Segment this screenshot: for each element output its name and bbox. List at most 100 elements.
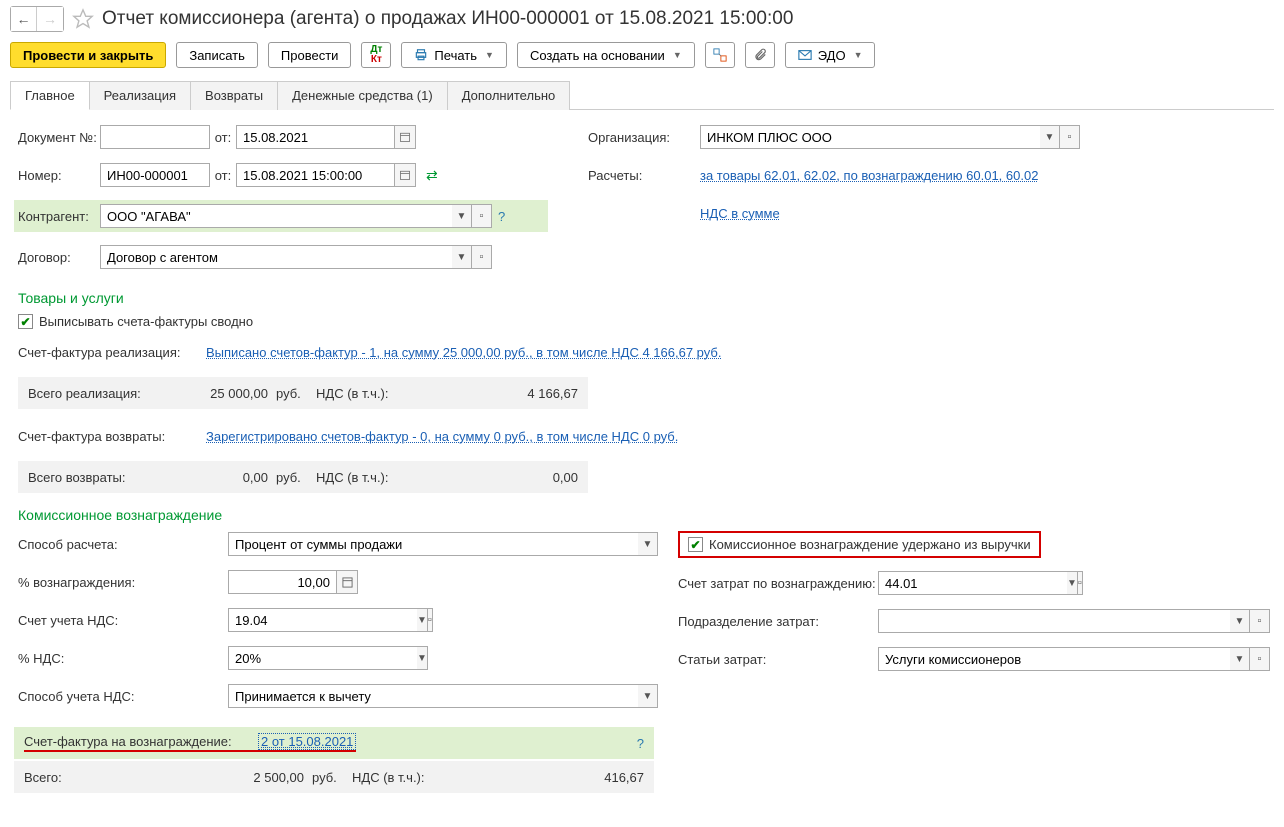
- goods-section-title: Товары и услуги: [18, 290, 1270, 306]
- edo-icon: [798, 49, 812, 61]
- open-button[interactable]: ▫: [472, 204, 492, 228]
- tab-main[interactable]: Главное: [10, 81, 90, 110]
- open-button[interactable]: ▫: [1060, 125, 1080, 149]
- dtkt-button[interactable]: ДтКт: [361, 42, 391, 68]
- commission-sf-link[interactable]: 2 от 15.08.2021: [258, 733, 356, 750]
- dropdown-button[interactable]: ▼: [638, 684, 658, 708]
- favorite-star-icon[interactable]: [72, 8, 94, 30]
- number-label: Номер:: [18, 168, 100, 183]
- dropdown-button[interactable]: ▼: [1067, 571, 1078, 595]
- open-button[interactable]: ▫: [1078, 571, 1083, 595]
- commission-withheld-highlight: ✔ Комиссионное вознаграждение удержано и…: [678, 531, 1041, 558]
- realization-total: 25 000,00: [168, 386, 268, 401]
- edo-button[interactable]: ЭДО▼: [785, 42, 876, 68]
- calendar-icon[interactable]: [394, 125, 416, 149]
- cost-dept-input[interactable]: [878, 609, 1230, 633]
- contract-label: Договор:: [18, 250, 100, 265]
- related-icon: [713, 48, 727, 62]
- cost-item-input[interactable]: [878, 647, 1230, 671]
- tab-returns[interactable]: Возвраты: [190, 81, 278, 110]
- post-and-close-button[interactable]: Провести и закрыть: [10, 42, 166, 68]
- calc-method-label: Способ расчета:: [18, 537, 228, 552]
- realization-nds: 4 166,67: [416, 386, 578, 401]
- dropdown-button[interactable]: ▼: [417, 646, 428, 670]
- calc-method-select[interactable]: [228, 532, 638, 556]
- chevron-down-icon: ▼: [673, 50, 682, 60]
- bulk-invoices-checkbox[interactable]: ✔: [18, 314, 33, 329]
- counterparty-label: Контрагент:: [18, 209, 100, 224]
- number-input[interactable]: [100, 163, 210, 187]
- contract-input[interactable]: [100, 245, 452, 269]
- vat-pct-select[interactable]: [228, 646, 417, 670]
- commission-pct-input[interactable]: [228, 570, 336, 594]
- vat-mode-label: Способ учета НДС:: [18, 689, 228, 704]
- doc-date-input[interactable]: [236, 125, 394, 149]
- create-based-on-button[interactable]: Создать на основании▼: [517, 42, 695, 68]
- open-button[interactable]: ▫: [1250, 609, 1270, 633]
- open-button[interactable]: ▫: [428, 608, 433, 632]
- open-button[interactable]: ▫: [1250, 647, 1270, 671]
- post-button[interactable]: Провести: [268, 42, 352, 68]
- cost-account-input[interactable]: [878, 571, 1067, 595]
- vat-pct-label: % НДС:: [18, 651, 228, 666]
- realization-summary-bar: Всего реализация: 25 000,00 руб. НДС (в …: [18, 377, 588, 409]
- tab-realization[interactable]: Реализация: [89, 81, 191, 110]
- dropdown-button[interactable]: ▼: [1230, 609, 1250, 633]
- sf-returns-label: Счет-фактура возвраты:: [18, 429, 198, 444]
- sf-realization-label: Счет-фактура реализация:: [18, 345, 198, 360]
- from-label-2: от:: [210, 168, 236, 183]
- organization-label: Организация:: [588, 130, 700, 145]
- sf-realization-link[interactable]: Выписано счетов-фактур - 1, на сумму 25 …: [206, 345, 721, 360]
- commission-withheld-checkbox[interactable]: ✔: [688, 537, 703, 552]
- nav-back-button[interactable]: ←: [11, 7, 37, 31]
- related-docs-button[interactable]: [705, 42, 735, 68]
- calculator-icon[interactable]: [336, 570, 358, 594]
- printer-icon: [414, 48, 428, 62]
- help-icon[interactable]: ?: [498, 209, 505, 224]
- page-title: Отчет комиссионера (агента) о продажах И…: [102, 8, 793, 30]
- commission-sf-label: Счет-фактура на вознаграждение:: [24, 734, 258, 752]
- dropdown-button[interactable]: ▼: [452, 245, 472, 269]
- cost-account-label: Счет затрат по вознаграждению:: [678, 576, 878, 591]
- commission-total: 2 500,00: [164, 770, 304, 785]
- commission-pct-label: % вознаграждения:: [18, 575, 228, 590]
- settlement-arrow-icon[interactable]: ⇄: [426, 167, 438, 184]
- settlements-link[interactable]: за товары 62.01, 62.02, по вознаграждени…: [700, 168, 1038, 183]
- calendar-icon[interactable]: [394, 163, 416, 187]
- chevron-down-icon: ▼: [854, 50, 863, 60]
- cost-dept-label: Подразделение затрат:: [678, 614, 878, 629]
- commission-total-bar: Всего: 2 500,00 руб. НДС (в т.ч.): 416,6…: [14, 761, 654, 793]
- help-icon[interactable]: ?: [637, 736, 644, 751]
- dropdown-button[interactable]: ▼: [1230, 647, 1250, 671]
- commission-withheld-label: Комиссионное вознаграждение удержано из …: [709, 537, 1031, 552]
- number-date-input[interactable]: [236, 163, 394, 187]
- dropdown-button[interactable]: ▼: [638, 532, 658, 556]
- commission-invoice-bar: Счет-фактура на вознаграждение: 2 от 15.…: [14, 727, 654, 759]
- nds-mode-link[interactable]: НДС в сумме: [700, 206, 780, 221]
- dropdown-button[interactable]: ▼: [1040, 125, 1060, 149]
- doc-number-input[interactable]: [100, 125, 210, 149]
- vat-mode-select[interactable]: [228, 684, 638, 708]
- doc-number-label: Документ №:: [18, 130, 100, 145]
- organization-input[interactable]: [700, 125, 1040, 149]
- cost-item-label: Статьи затрат:: [678, 652, 878, 667]
- returns-nds: 0,00: [416, 470, 578, 485]
- open-button[interactable]: ▫: [472, 245, 492, 269]
- tab-extra[interactable]: Дополнительно: [447, 81, 571, 110]
- attachments-button[interactable]: [745, 42, 775, 68]
- sf-returns-link[interactable]: Зарегистрировано счетов-фактур - 0, на с…: [206, 429, 678, 444]
- save-button[interactable]: Записать: [176, 42, 258, 68]
- nav-forward-button: →: [37, 7, 63, 31]
- tab-cash[interactable]: Денежные средства (1): [277, 81, 448, 110]
- from-label: от:: [210, 130, 236, 145]
- dropdown-button[interactable]: ▼: [452, 204, 472, 228]
- bulk-invoices-label: Выписывать счета-фактуры сводно: [39, 314, 253, 329]
- chevron-down-icon: ▼: [485, 50, 494, 60]
- returns-summary-bar: Всего возвраты: 0,00 руб. НДС (в т.ч.): …: [18, 461, 588, 493]
- vat-account-input[interactable]: [228, 608, 417, 632]
- counterparty-input[interactable]: [100, 204, 452, 228]
- commission-nds: 416,67: [452, 770, 644, 785]
- print-button[interactable]: Печать▼: [401, 42, 507, 68]
- dropdown-button[interactable]: ▼: [417, 608, 428, 632]
- paperclip-icon: [753, 48, 767, 62]
